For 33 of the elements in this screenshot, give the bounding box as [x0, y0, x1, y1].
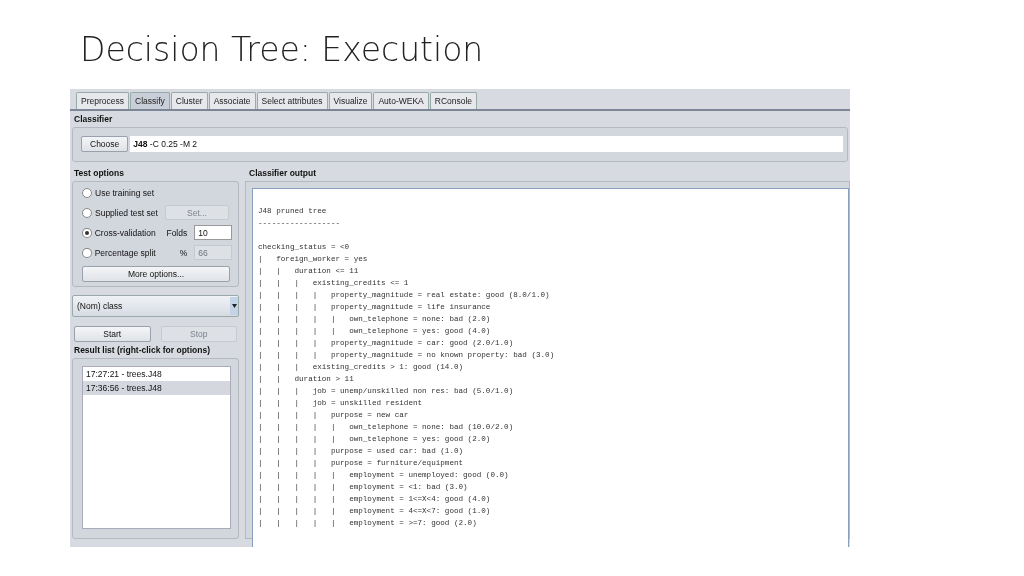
section-label: Classifier output [248, 167, 318, 180]
input-field[interactable]: 10 [194, 225, 232, 240]
field-label: Folds [165, 227, 189, 238]
classifier-field[interactable]: J48 -C 0.25 -M 2 [130, 136, 843, 152]
radio-button[interactable] [82, 227, 92, 238]
tab[interactable]: Cluster [170, 92, 208, 109]
tab[interactable]: Auto-WEKA [373, 92, 429, 109]
section-label: Result list (right-click for options) [73, 344, 211, 357]
section-label: Classifier [73, 113, 114, 126]
radio-button[interactable] [82, 207, 92, 218]
option-label: Use training set [95, 187, 155, 198]
tab[interactable]: Select attributes [256, 92, 328, 109]
class-dropdown[interactable]: (Nom) class [72, 295, 239, 317]
start-button[interactable]: Start [74, 326, 151, 342]
list-item[interactable]: 17:27:21 - trees.J48 [83, 367, 230, 381]
tab[interactable]: Preprocess [76, 92, 129, 109]
more-options-button[interactable]: More options... [82, 266, 230, 282]
tab[interactable]: Classify [130, 92, 170, 109]
slide-title: Decision Tree: Execution [80, 30, 484, 69]
tab[interactable]: RConsole [429, 92, 478, 109]
option-label: Percentage split [94, 247, 157, 258]
list-item[interactable]: 17:36:56 - trees.J48 [83, 381, 230, 395]
dropdown-value: (Nom) class [77, 301, 123, 311]
radio-button[interactable] [82, 247, 92, 258]
tab[interactable]: Visualize [328, 92, 373, 109]
tab[interactable]: Associate [208, 92, 256, 109]
option-label: Supplied test set [95, 207, 159, 218]
radio-button[interactable] [82, 187, 92, 198]
field-label: % [178, 247, 189, 258]
section-label: Test options [73, 167, 125, 180]
caret-icon [230, 297, 238, 315]
choose-button[interactable]: Choose [81, 136, 129, 152]
option-label: Cross-validation [94, 227, 157, 238]
